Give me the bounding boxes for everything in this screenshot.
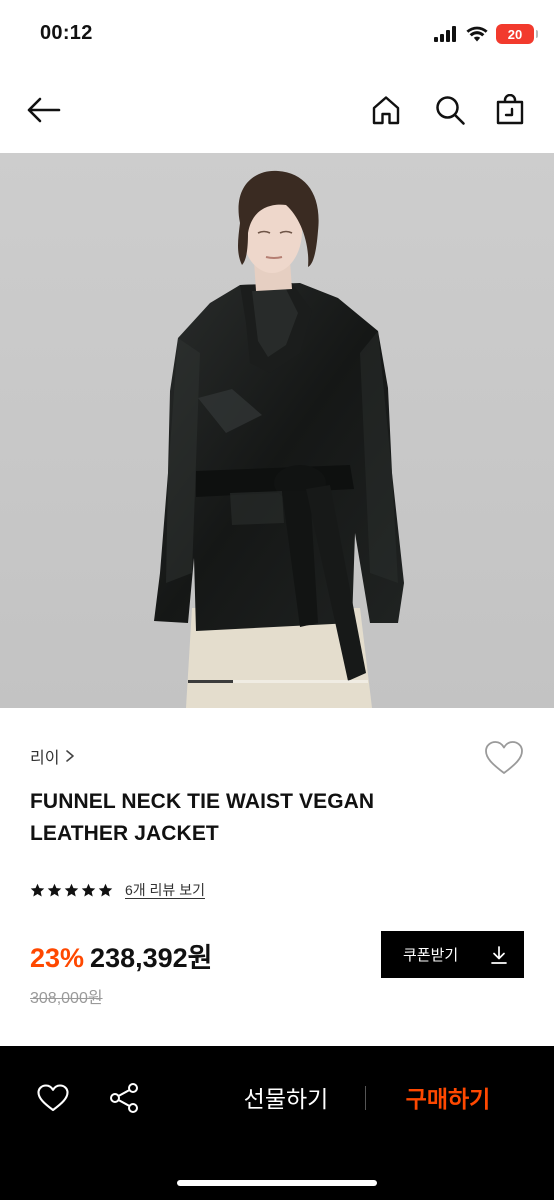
wishlist-button[interactable] xyxy=(484,740,524,776)
download-icon xyxy=(491,945,507,964)
buy-button[interactable]: 구매하기 xyxy=(390,1080,506,1116)
brand-name: 리이 xyxy=(30,750,60,767)
back-button[interactable] xyxy=(22,88,66,132)
chevron-right-icon xyxy=(66,750,75,762)
bottom-action-bar: 선물하기 구매하기 xyxy=(0,1046,554,1200)
status-bar: 00:12 20 xyxy=(0,0,554,68)
battery-level: 20 xyxy=(507,26,523,42)
search-icon xyxy=(436,96,465,125)
search-button[interactable] xyxy=(428,88,472,132)
product-image-carousel[interactable] xyxy=(0,153,554,708)
product-title: FUNNEL NECK TIE WAIST VEGAN LEATHER JACK… xyxy=(30,790,375,845)
status-time: 00:12 xyxy=(40,22,93,44)
coupon-label: 쿠폰받기 xyxy=(403,947,459,964)
bottom-bar-divider xyxy=(365,1086,366,1110)
coupon-button[interactable]: 쿠폰받기 xyxy=(381,931,524,978)
battery-indicator: 20 xyxy=(496,24,538,44)
cart-button[interactable] xyxy=(488,88,532,132)
heart-icon xyxy=(37,1084,69,1112)
star-icon xyxy=(47,883,62,896)
price-row: 23% 238,392원 xyxy=(30,936,213,975)
back-arrow-icon xyxy=(27,97,61,123)
heart-icon xyxy=(485,741,523,774)
wifi-icon xyxy=(466,26,488,42)
rating-row: 6개 리뷰 보기 xyxy=(30,879,205,901)
home-button[interactable] xyxy=(364,88,408,132)
status-icons: 20 xyxy=(434,22,538,46)
discount-rate: 23% xyxy=(30,943,85,973)
star-icon xyxy=(64,883,79,896)
share-button[interactable] xyxy=(104,1078,144,1118)
star-rating xyxy=(30,883,113,898)
home-indicator xyxy=(177,1180,377,1186)
bottom-wishlist-button[interactable] xyxy=(33,1078,73,1118)
shopping-bag-icon xyxy=(496,94,524,125)
share-icon xyxy=(110,1083,138,1113)
review-link[interactable]: 6개 리뷰 보기 xyxy=(125,880,205,900)
star-icon xyxy=(98,883,113,896)
star-icon xyxy=(81,883,96,896)
gift-button[interactable]: 선물하기 xyxy=(228,1080,344,1116)
sale-price: 238,392원 xyxy=(90,943,213,973)
original-price: 308,000원 xyxy=(30,990,103,1007)
home-icon xyxy=(372,96,400,125)
carousel-pager xyxy=(188,680,368,683)
star-icon xyxy=(30,883,45,896)
signal-icon xyxy=(434,26,456,42)
nav-bar xyxy=(0,78,554,142)
carousel-pager-active xyxy=(188,680,233,683)
product-photo xyxy=(0,153,554,708)
brand-link[interactable]: 리이 xyxy=(30,744,75,768)
